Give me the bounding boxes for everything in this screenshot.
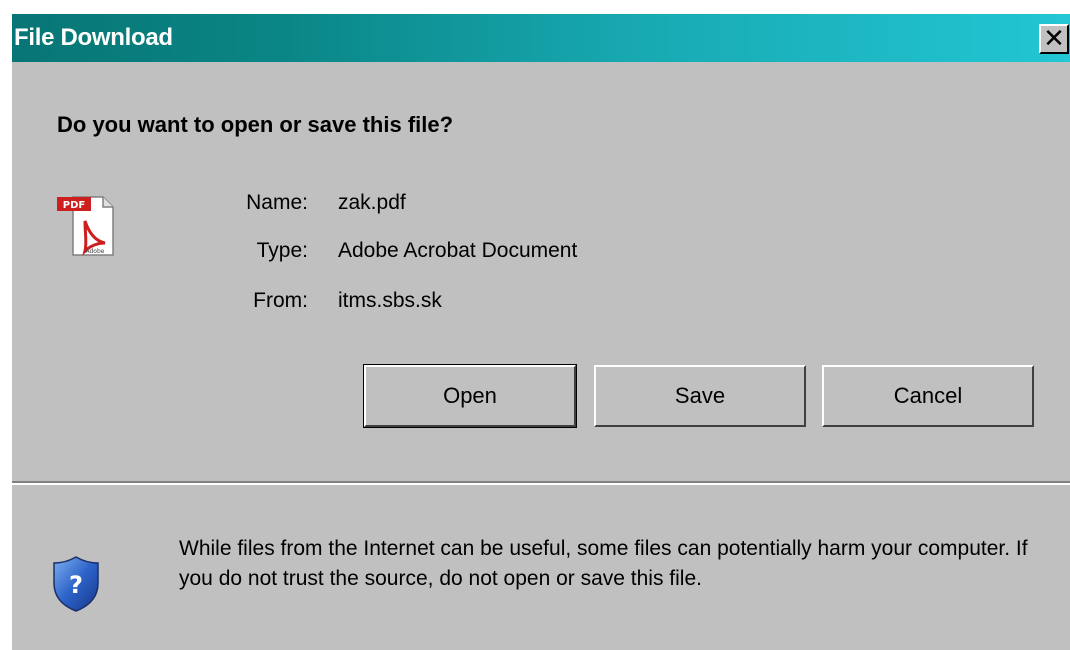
- from-label: From:: [253, 289, 308, 312]
- save-button-label: Save: [674, 383, 726, 408]
- prompt-question: Do you want to open or save this file?: [57, 112, 454, 137]
- name-label: Name:: [246, 191, 308, 214]
- shield-question-icon: ?: [53, 556, 99, 612]
- close-icon: ✕: [1043, 23, 1065, 53]
- title-bar[interactable]: File Download ✕: [12, 14, 1070, 62]
- svg-text:Adobe: Adobe: [86, 248, 105, 255]
- divider: [12, 481, 1070, 485]
- file-name-value: zak.pdf: [338, 191, 406, 214]
- svg-text:?: ?: [69, 571, 83, 599]
- file-download-dialog: File Download ✕ Do you want to open or s…: [10, 12, 1070, 650]
- type-label: Type:: [256, 239, 308, 262]
- security-warning-text: While files from the Internet can be use…: [179, 537, 1028, 590]
- open-button-label: Open: [443, 383, 497, 408]
- save-button[interactable]: Save: [594, 365, 806, 427]
- pdf-file-icon: PDF Adobe: [57, 196, 114, 256]
- file-type-value: Adobe Acrobat Document: [338, 239, 578, 262]
- cancel-button[interactable]: Cancel: [822, 365, 1034, 427]
- close-button[interactable]: ✕: [1039, 24, 1069, 54]
- svg-text:PDF: PDF: [63, 200, 85, 211]
- window-title: File Download: [14, 24, 173, 51]
- cancel-button-label: Cancel: [893, 383, 963, 408]
- file-source-value: itms.sbs.sk: [338, 289, 442, 312]
- open-button[interactable]: Open: [363, 364, 577, 428]
